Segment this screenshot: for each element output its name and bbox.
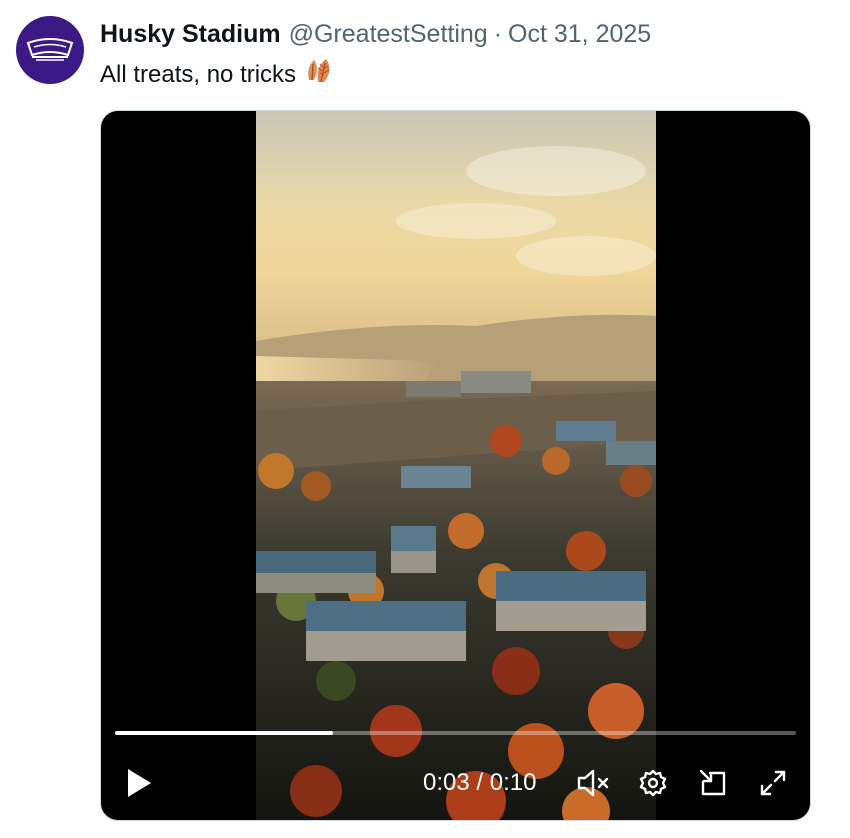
- avatar[interactable]: [16, 16, 84, 84]
- video-progress-fill: [115, 731, 333, 735]
- picture-in-picture-button[interactable]: [691, 761, 735, 805]
- fullscreen-expand-icon: [760, 770, 786, 796]
- video-controls: 0:03 / 0:10: [101, 761, 810, 805]
- tweet-text-body: All treats, no tricks: [100, 60, 297, 88]
- tweet-header: Husky Stadium @GreatestSetting · Oct 31,…: [100, 18, 651, 50]
- tweet: Husky Stadium @GreatestSetting · Oct 31,…: [0, 0, 850, 838]
- play-icon: [128, 769, 151, 797]
- mute-button[interactable]: [571, 761, 615, 805]
- fallen-leaf-emoji: [304, 56, 334, 93]
- separator-dot: ·: [493, 20, 503, 48]
- display-name[interactable]: Husky Stadium: [100, 18, 281, 50]
- fullscreen-button[interactable]: [751, 761, 795, 805]
- settings-button[interactable]: [631, 761, 675, 805]
- picture-in-picture-icon: [699, 769, 726, 796]
- speaker-muted-icon: [577, 769, 609, 797]
- stadium-logo-icon: [26, 38, 74, 61]
- tweet-text: All treats, no tricks: [100, 56, 334, 93]
- video-frame[interactable]: [256, 111, 656, 820]
- video-player[interactable]: 0:03 / 0:10: [100, 110, 811, 821]
- user-handle[interactable]: @GreatestSetting: [289, 18, 488, 50]
- gear-icon: [639, 769, 667, 797]
- play-button[interactable]: [119, 761, 159, 805]
- tweet-date[interactable]: Oct 31, 2025: [508, 18, 651, 50]
- video-progress-bar[interactable]: [115, 731, 796, 735]
- video-time: 0:03 / 0:10: [423, 769, 537, 796]
